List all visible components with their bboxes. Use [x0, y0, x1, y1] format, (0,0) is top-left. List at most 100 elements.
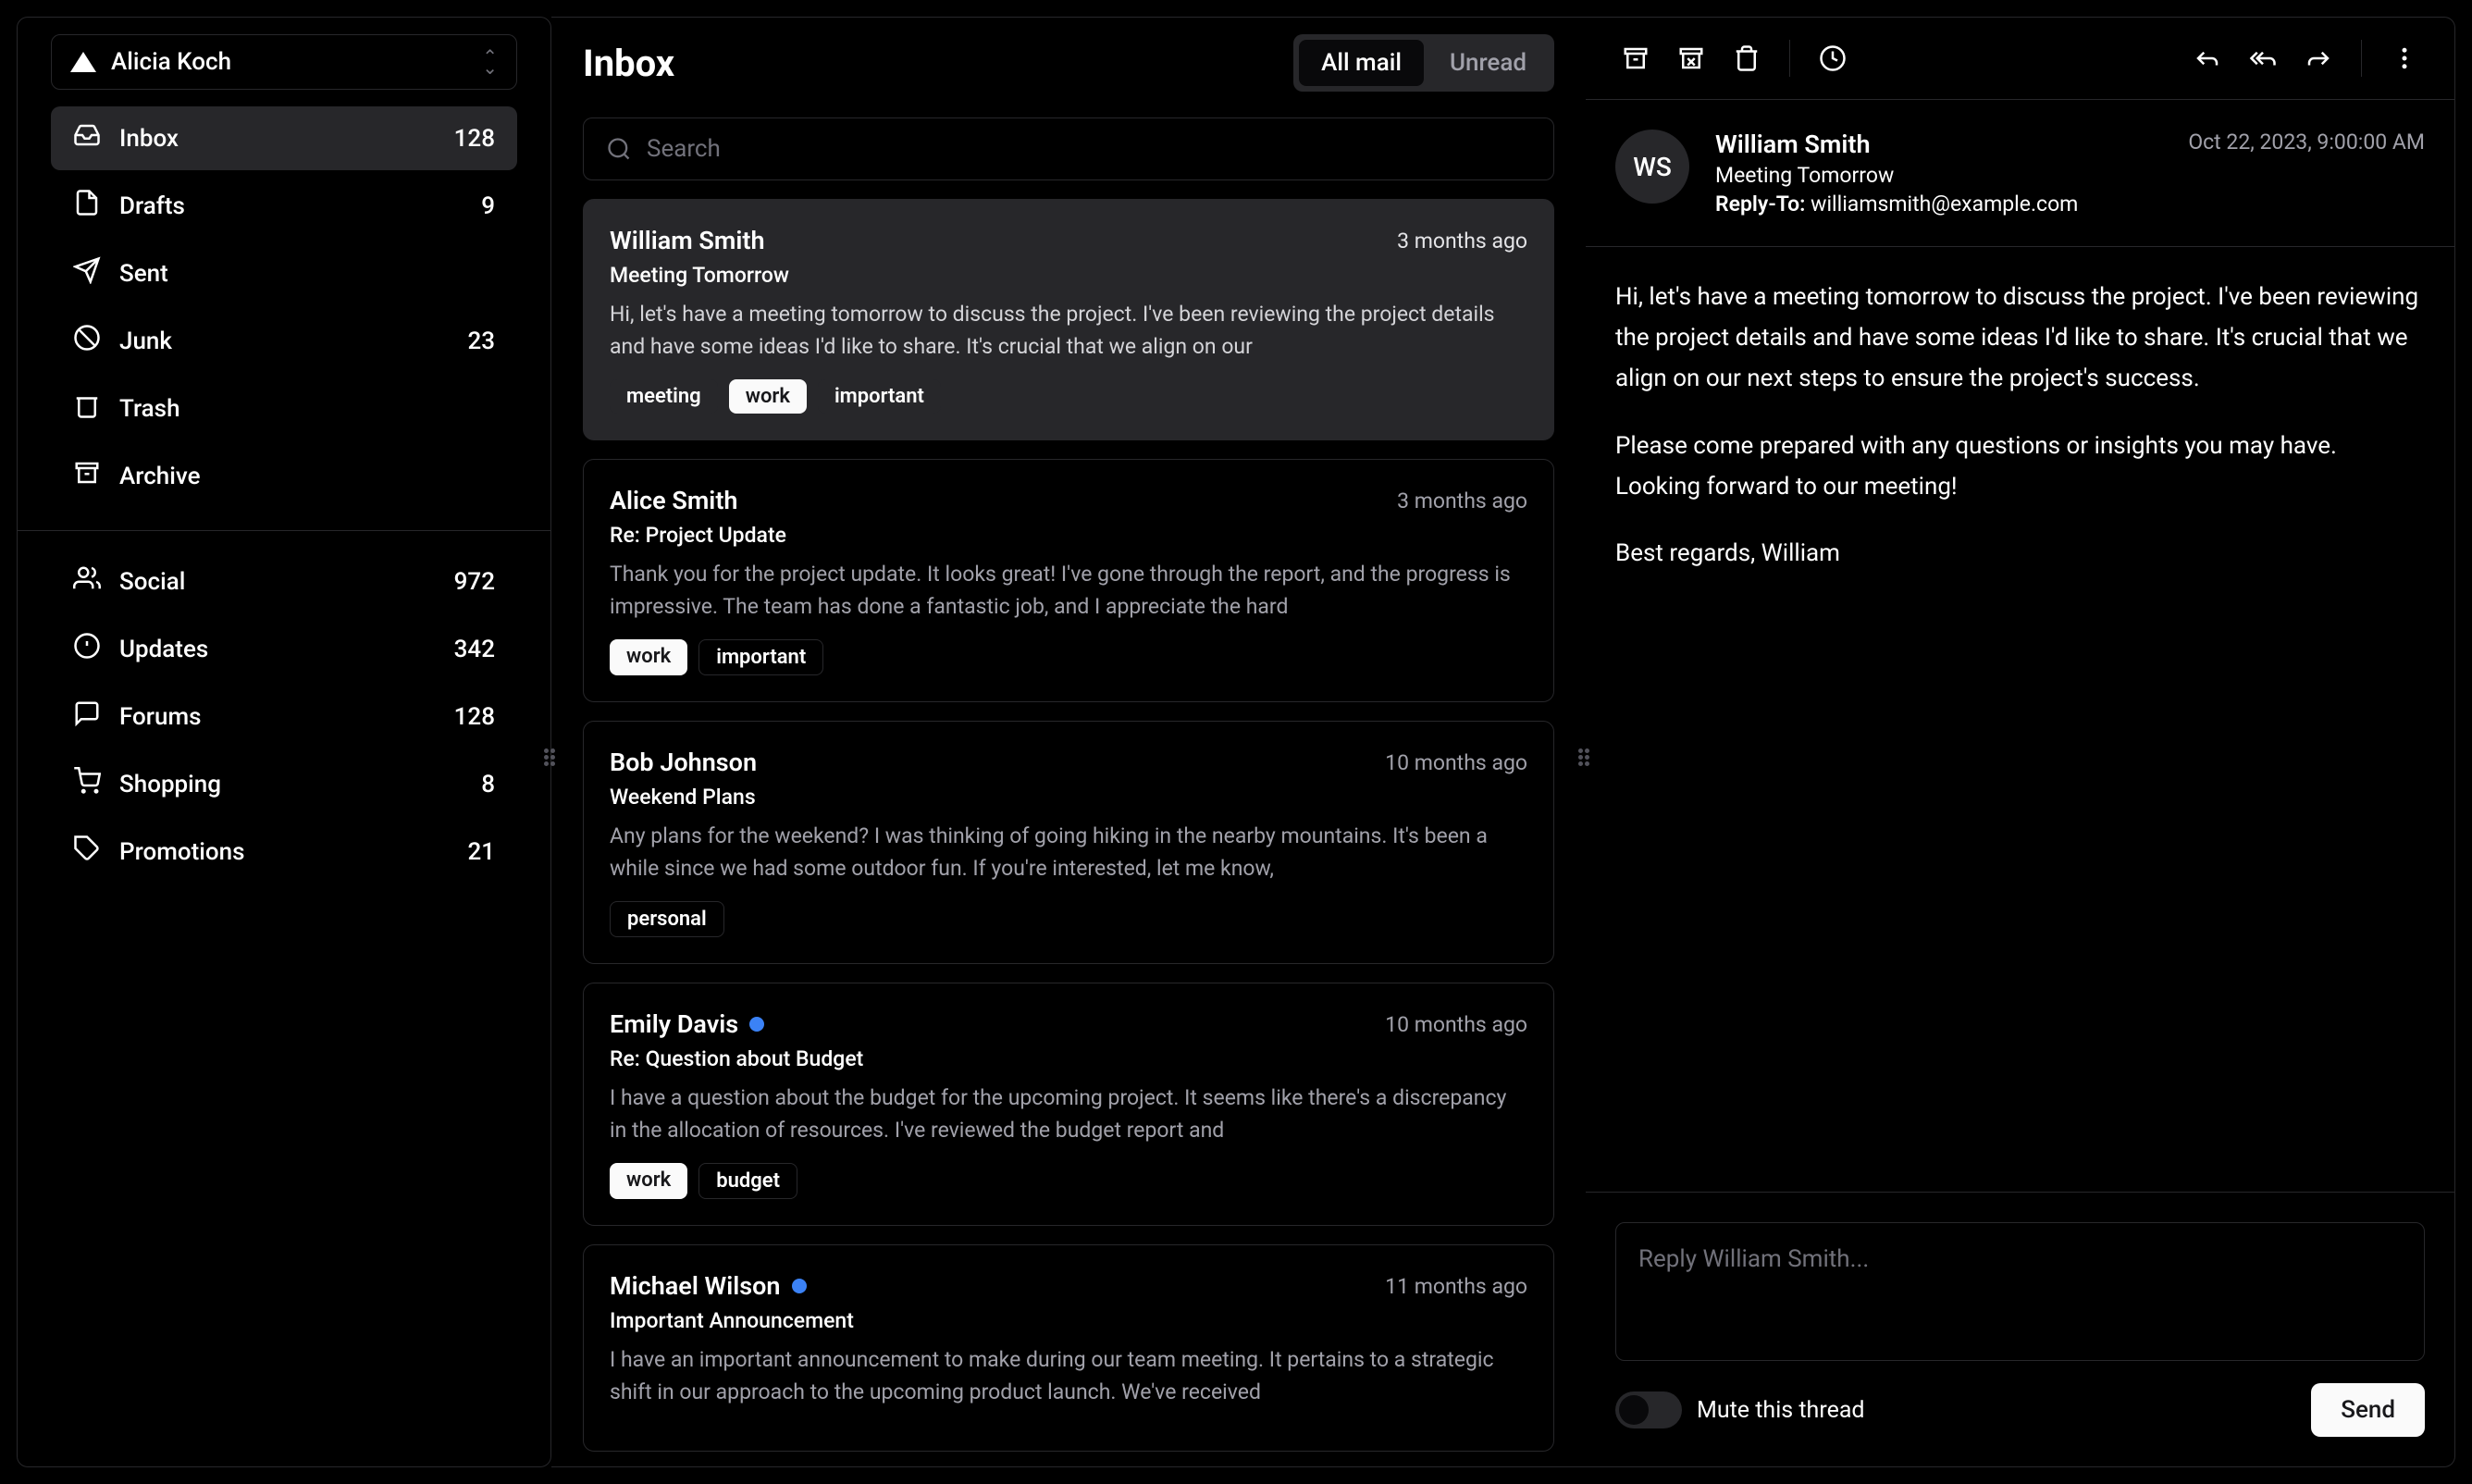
search-icon — [606, 136, 632, 162]
email-subject: Re: Question about Budget — [610, 1046, 1527, 1071]
email-subject: Meeting Tomorrow — [610, 263, 1527, 288]
forward-button[interactable] — [2294, 34, 2342, 82]
nav-item-junk[interactable]: Junk 23 — [51, 309, 517, 373]
nav-label: Shopping — [119, 771, 221, 798]
nav-item-updates[interactable]: Updates 342 — [51, 617, 517, 681]
email-item[interactable]: Michael Wilson 11 months ago Important A… — [583, 1244, 1554, 1452]
message-reply-to: Reply-To: williamsmith@example.com — [1715, 192, 2162, 216]
snooze-button[interactable] — [1809, 34, 1857, 82]
nav-item-inbox[interactable]: Inbox 128 — [51, 106, 517, 170]
email-sender: Alice Smith — [610, 486, 737, 515]
email-item[interactable]: Bob Johnson 10 months ago Weekend Plans … — [583, 721, 1554, 964]
file-icon — [73, 189, 101, 223]
nav-count: 128 — [454, 703, 495, 731]
inbox-panel: Inbox All mail Unread Search William Smi… — [551, 17, 1586, 1467]
archive-icon — [73, 459, 101, 493]
nav-item-archive[interactable]: Archive — [51, 444, 517, 508]
email-sender: Emily Davis — [610, 1009, 738, 1039]
email-item[interactable]: Alice Smith 3 months ago Re: Project Upd… — [583, 459, 1554, 702]
tab-all-mail[interactable]: All mail — [1299, 40, 1424, 86]
nav-item-sent[interactable]: Sent — [51, 241, 517, 305]
nav-item-drafts[interactable]: Drafts 9 — [51, 174, 517, 238]
alert-icon — [73, 632, 101, 666]
resize-handle-left[interactable] — [544, 742, 559, 772]
tab-unread[interactable]: Unread — [1428, 40, 1549, 86]
nav-label: Social — [119, 568, 185, 596]
more-button[interactable] — [2380, 34, 2429, 82]
email-subject: Important Announcement — [610, 1308, 1527, 1333]
message-paragraph: Please come prepared with any questions … — [1615, 426, 2425, 507]
reply-all-button[interactable] — [2239, 34, 2287, 82]
chevron-up-down-icon: ⌃⌄ — [482, 51, 498, 73]
email-time: 11 months ago — [1385, 1274, 1527, 1299]
inbox-title: Inbox — [583, 42, 674, 85]
nav-label: Inbox — [119, 125, 179, 153]
nav-item-forums[interactable]: Forums 128 — [51, 685, 517, 748]
message-paragraph: Hi, let's have a meeting tomorrow to dis… — [1615, 277, 2425, 400]
email-subject: Re: Project Update — [610, 523, 1527, 548]
email-tag: meeting — [610, 379, 718, 414]
email-tags: meetingworkimportant — [610, 379, 1527, 414]
nav-primary: Inbox 128 Drafts 9 Sent Junk 23 Trash Ar… — [18, 106, 550, 512]
reply-button[interactable] — [2183, 34, 2231, 82]
nav-count: 128 — [454, 125, 495, 153]
mute-thread-switch[interactable] — [1615, 1391, 1682, 1428]
nav-item-shopping[interactable]: Shopping 8 — [51, 752, 517, 816]
email-tag: personal — [610, 901, 724, 937]
send-icon — [73, 256, 101, 291]
message-paragraph: Best regards, William — [1615, 533, 2425, 574]
nav-count: 972 — [454, 568, 495, 596]
forum-icon — [73, 699, 101, 734]
email-time: 3 months ago — [1397, 488, 1527, 513]
message-body: Hi, let's have a meeting tomorrow to dis… — [1586, 247, 2454, 1192]
email-item[interactable]: William Smith 3 months ago Meeting Tomor… — [583, 199, 1554, 440]
unread-dot-icon — [749, 1017, 764, 1032]
archive-button[interactable] — [1612, 34, 1660, 82]
email-tags: workimportant — [610, 639, 1527, 675]
email-sender: Michael Wilson — [610, 1271, 781, 1301]
reply-footer: Mute this thread Send — [1615, 1383, 2425, 1437]
reply-placeholder: Reply William Smith... — [1638, 1245, 1869, 1273]
search-input[interactable]: Search — [583, 117, 1554, 180]
nav-label: Updates — [119, 636, 208, 663]
move-to-junk-button[interactable] — [1667, 34, 1715, 82]
nav-label: Trash — [119, 395, 180, 423]
reply-input[interactable]: Reply William Smith... — [1615, 1222, 2425, 1361]
email-preview: I have a question about the budget for t… — [610, 1082, 1527, 1146]
email-list[interactable]: William Smith 3 months ago Meeting Tomor… — [551, 199, 1586, 1466]
email-tag: important — [698, 639, 823, 675]
search-placeholder: Search — [647, 135, 721, 163]
nav-label: Sent — [119, 260, 168, 288]
nav-item-social[interactable]: Social 972 — [51, 550, 517, 613]
email-tags: personal — [610, 901, 1527, 937]
email-preview: Hi, let's have a meeting tomorrow to dis… — [610, 299, 1527, 363]
inbox-icon — [73, 121, 101, 155]
sender-avatar: WS — [1615, 130, 1689, 204]
mute-thread-label: Mute this thread — [1697, 1397, 1865, 1424]
nav-divider — [18, 530, 550, 531]
nav-label: Archive — [119, 463, 201, 490]
nav-count: 342 — [454, 636, 495, 663]
email-preview: I have an important announcement to make… — [610, 1344, 1527, 1408]
email-item[interactable]: Emily Davis 10 months ago Re: Question a… — [583, 983, 1554, 1226]
send-button[interactable]: Send — [2311, 1383, 2425, 1437]
message-header: WS William Smith Meeting Tomorrow Reply-… — [1586, 100, 2454, 247]
nav-item-promotions[interactable]: Promotions 21 — [51, 820, 517, 884]
nav-item-trash[interactable]: Trash — [51, 377, 517, 440]
unread-dot-icon — [792, 1279, 807, 1293]
email-time: 3 months ago — [1397, 229, 1527, 254]
email-time: 10 months ago — [1385, 750, 1527, 775]
resize-handle-right[interactable] — [1578, 742, 1593, 772]
account-switcher[interactable]: Alicia Koch ⌃⌄ — [51, 34, 517, 90]
inbox-header: Inbox All mail Unread — [551, 18, 1586, 108]
sidebar: Alicia Koch ⌃⌄ Inbox 128 Drafts 9 Sent J… — [17, 17, 551, 1467]
delete-button[interactable] — [1723, 34, 1771, 82]
cart-icon — [73, 767, 101, 801]
email-tag: important — [818, 379, 941, 414]
mail-filter-tabs: All mail Unread — [1293, 34, 1554, 92]
email-time: 10 months ago — [1385, 1012, 1527, 1037]
email-sender: Bob Johnson — [610, 748, 757, 777]
reply-area: Reply William Smith... Mute this thread … — [1586, 1192, 2454, 1466]
email-tag: budget — [698, 1163, 797, 1199]
nav-count: 21 — [467, 838, 495, 866]
